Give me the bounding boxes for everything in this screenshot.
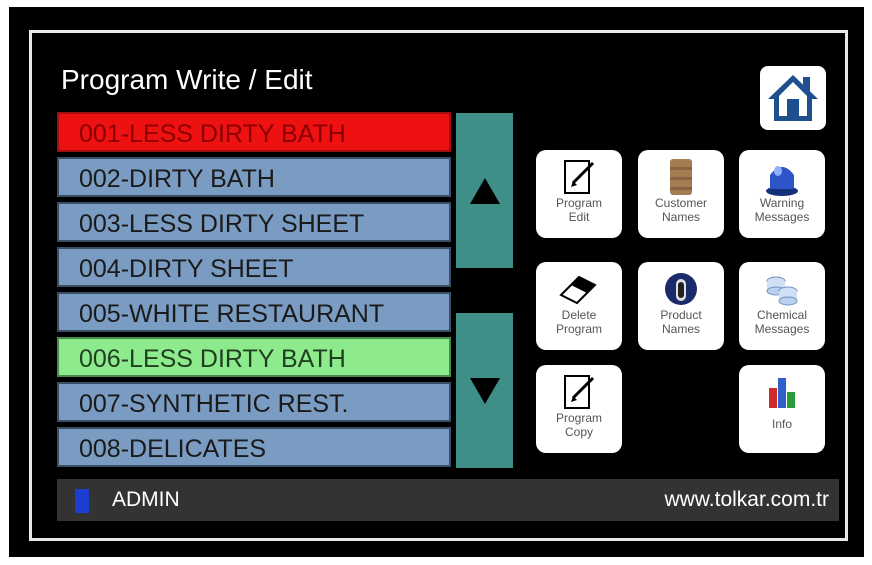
program-edit-label-1: Program — [555, 196, 602, 210]
user-icon — [75, 489, 89, 513]
program-copy-label-2: Copy — [564, 425, 593, 439]
current-user: ADMIN — [112, 488, 180, 511]
chemical-messages-button[interactable]: Chemical Messages — [739, 262, 825, 350]
chemical-messages-label-1: Chemical — [756, 308, 807, 322]
arrow-down-icon — [469, 377, 500, 404]
info-label: Info — [771, 417, 792, 431]
arrow-up-icon — [469, 177, 500, 204]
product-names-label-2: Names — [661, 322, 700, 336]
program-row-003[interactable]: 003-LESS DIRTY SHEET — [57, 202, 451, 242]
program-row-006[interactable]: 006-LESS DIRTY BATH — [57, 337, 451, 377]
program-row-004[interactable]: 004-DIRTY SHEET — [57, 247, 451, 287]
info-chart-icon — [769, 378, 795, 408]
program-copy-label-1: Program — [555, 411, 602, 425]
product-bottle-icon — [665, 273, 697, 305]
home-button[interactable] — [760, 66, 826, 130]
delete-program-button[interactable]: Delete Program — [536, 262, 622, 350]
customer-names-label-2: Names — [661, 210, 700, 224]
delete-program-label-2: Program — [555, 322, 602, 336]
product-names-button[interactable]: Product Names — [638, 262, 724, 350]
warning-light-icon — [766, 166, 798, 196]
chemical-database-icon — [766, 276, 798, 306]
eraser-icon — [559, 275, 597, 305]
scroll-up-button[interactable] — [456, 113, 513, 268]
status-bar: ADMIN www.tolkar.com.tr — [57, 479, 839, 521]
copy-document-icon — [564, 375, 595, 409]
program-edit-label-2: Edit — [568, 210, 590, 224]
product-names-label-1: Product — [660, 308, 702, 322]
warning-messages-label-1: Warning — [759, 196, 805, 210]
customer-names-button[interactable]: Customer Names — [638, 150, 724, 238]
home-icon — [768, 75, 818, 121]
program-row-005[interactable]: 005-WHITE RESTAURANT — [57, 292, 451, 332]
customer-box-icon — [670, 159, 692, 195]
edit-document-icon — [564, 160, 595, 194]
scroll-down-button[interactable] — [456, 313, 513, 468]
warning-messages-label-2: Messages — [754, 210, 810, 224]
warning-messages-button[interactable]: Warning Messages — [739, 150, 825, 238]
chemical-messages-label-2: Messages — [754, 322, 810, 336]
program-copy-button[interactable]: Program Copy — [536, 365, 622, 453]
website-url: www.tolkar.com.tr — [664, 488, 829, 511]
program-edit-button[interactable]: Program Edit — [536, 150, 622, 238]
delete-program-label-1: Delete — [561, 308, 597, 322]
customer-names-label-1: Customer — [654, 196, 707, 210]
program-row-002[interactable]: 002-DIRTY BATH — [57, 157, 451, 197]
info-button[interactable]: Info — [739, 365, 825, 453]
program-row-007[interactable]: 007-SYNTHETIC REST. — [57, 382, 451, 422]
program-row-008[interactable]: 008-DELICATES — [57, 427, 451, 467]
page-title: Program Write / Edit — [61, 64, 313, 95]
program-row-001[interactable]: 001-LESS DIRTY BATH — [57, 112, 451, 152]
